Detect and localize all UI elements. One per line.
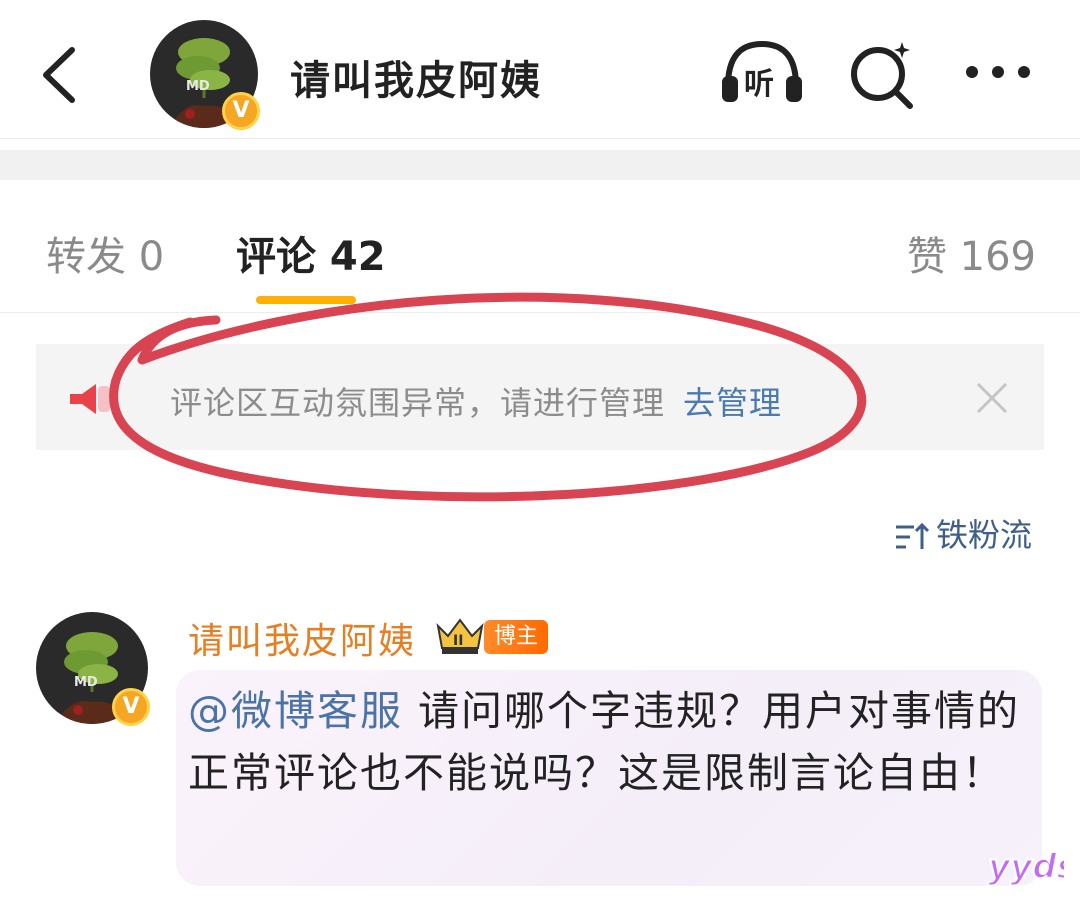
section-divider bbox=[0, 150, 1080, 180]
comment-author[interactable]: 请叫我皮阿姨 bbox=[188, 612, 416, 664]
more-button[interactable] bbox=[962, 48, 1034, 96]
comments-page: MD V 请叫我皮阿姨 听 转发 0 评论 42 赞 169 评论区互动氛围异常… bbox=[0, 0, 1080, 917]
listen-button[interactable]: 听 bbox=[718, 36, 806, 108]
verified-badge: V bbox=[222, 92, 260, 130]
sort-icon bbox=[896, 522, 930, 549]
verified-badge: V bbox=[112, 688, 150, 726]
search-button[interactable] bbox=[846, 38, 918, 110]
header-avatar[interactable]: MD V bbox=[150, 20, 260, 130]
alert-icon bbox=[70, 384, 110, 414]
search-icon bbox=[851, 42, 913, 109]
sticker-text: yyds bbox=[988, 847, 1064, 887]
manage-link[interactable]: 去管理 bbox=[683, 384, 782, 422]
notice-message: 评论区互动氛围异常，请进行管理 bbox=[170, 384, 666, 422]
host-tag: 博主 bbox=[484, 620, 549, 654]
more-icon bbox=[966, 66, 1030, 78]
crown-icon: II bbox=[436, 618, 484, 654]
avatar-text: MD bbox=[74, 675, 98, 690]
notice-bar: 评论区互动氛围异常，请进行管理 去管理 bbox=[36, 344, 1044, 450]
sort-button[interactable]: 铁粉流 bbox=[894, 510, 1032, 554]
page-title: 请叫我皮阿姨 bbox=[290, 58, 542, 104]
sort-label: 铁粉流 bbox=[936, 516, 1033, 554]
listen-icon: 听 bbox=[722, 40, 802, 102]
close-icon[interactable] bbox=[972, 378, 1012, 418]
tab-reposts[interactable]: 转发 0 bbox=[46, 224, 164, 282]
comment-body: @微博客服 请问哪个字违规？用户对事情的正常评论也不能说吗？这是限制言论自由！ bbox=[188, 680, 1028, 804]
back-icon bbox=[43, 47, 75, 103]
tab-likes[interactable]: 赞 169 bbox=[907, 224, 1036, 282]
sticker-decoration: yyds bbox=[987, 846, 1064, 888]
active-tab-indicator bbox=[256, 296, 356, 304]
notice-text: 评论区互动氛围异常，请进行管理 去管理 bbox=[170, 378, 782, 424]
tab-bar: 转发 0 评论 42 赞 169 bbox=[0, 180, 1080, 313]
back-button[interactable] bbox=[34, 40, 94, 110]
mention-link[interactable]: @微博客服 bbox=[188, 687, 403, 735]
listen-label: 听 bbox=[744, 67, 774, 102]
top-bar: MD V 请叫我皮阿姨 听 bbox=[0, 0, 1080, 139]
level-badge-text: II bbox=[453, 633, 463, 649]
tab-comments[interactable]: 评论 42 bbox=[236, 224, 386, 282]
avatar-text: MD bbox=[186, 79, 210, 94]
comment-avatar[interactable]: MD V bbox=[36, 612, 150, 726]
